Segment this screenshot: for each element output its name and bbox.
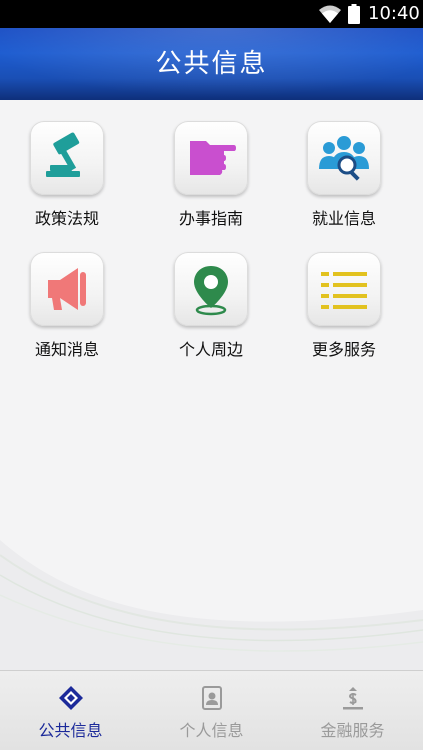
- id-card-icon: [202, 686, 222, 710]
- tab-personal-info[interactable]: 个人信息: [141, 671, 282, 750]
- tile-icon-box: [30, 252, 104, 326]
- tile-icon-box: [307, 252, 381, 326]
- bottom-tab-bar: 公共信息 个人信息 金融服务: [0, 670, 423, 750]
- people-search-icon: [319, 136, 369, 181]
- tile-label: 个人周边: [178, 340, 243, 359]
- tile-label: 通知消息: [34, 340, 99, 359]
- tile-nearby[interactable]: 个人周边: [156, 252, 266, 372]
- finance-icon: [343, 687, 363, 710]
- tile-icon-box: [174, 252, 248, 326]
- tile-icon-box: [174, 121, 248, 195]
- gavel-icon: [46, 132, 80, 177]
- diamond-icon: [59, 686, 83, 710]
- tab-label: 公共信息: [38, 721, 103, 740]
- tile-label: 更多服务: [311, 340, 376, 359]
- location-pin-icon: [194, 266, 228, 316]
- tile-icon-box: [30, 121, 104, 195]
- tile-label: 办事指南: [178, 209, 243, 228]
- tile-notice[interactable]: 通知消息: [12, 252, 122, 372]
- pointing-hand-icon: [190, 141, 236, 175]
- megaphone-icon: [48, 268, 86, 310]
- wifi-icon: [319, 5, 341, 23]
- tile-icon-box: [307, 121, 381, 195]
- app-screen: 10:40 公共信息 政策法规 办事指南 就业信息 通知消息 个人周边 更多服务…: [0, 0, 423, 750]
- tile-guide[interactable]: 办事指南: [156, 121, 266, 241]
- background-wave: [0, 540, 423, 670]
- battery-icon: [348, 4, 360, 24]
- tab-public-info[interactable]: 公共信息: [0, 671, 141, 750]
- tab-label: 个人信息: [179, 721, 244, 740]
- page-title: 公共信息: [155, 49, 268, 79]
- list-icon: [321, 272, 367, 309]
- status-bar: 10:40: [0, 0, 423, 28]
- tile-more[interactable]: 更多服务: [289, 252, 399, 372]
- header-bar: 公共信息: [0, 28, 423, 100]
- tile-jobs[interactable]: 就业信息: [289, 121, 399, 241]
- status-time: 10:40: [368, 3, 420, 24]
- tile-policy[interactable]: 政策法规: [12, 121, 122, 241]
- tab-finance[interactable]: 金融服务: [282, 671, 423, 750]
- tab-label: 金融服务: [320, 721, 385, 740]
- tile-label: 政策法规: [34, 209, 99, 228]
- tile-label: 就业信息: [311, 209, 376, 228]
